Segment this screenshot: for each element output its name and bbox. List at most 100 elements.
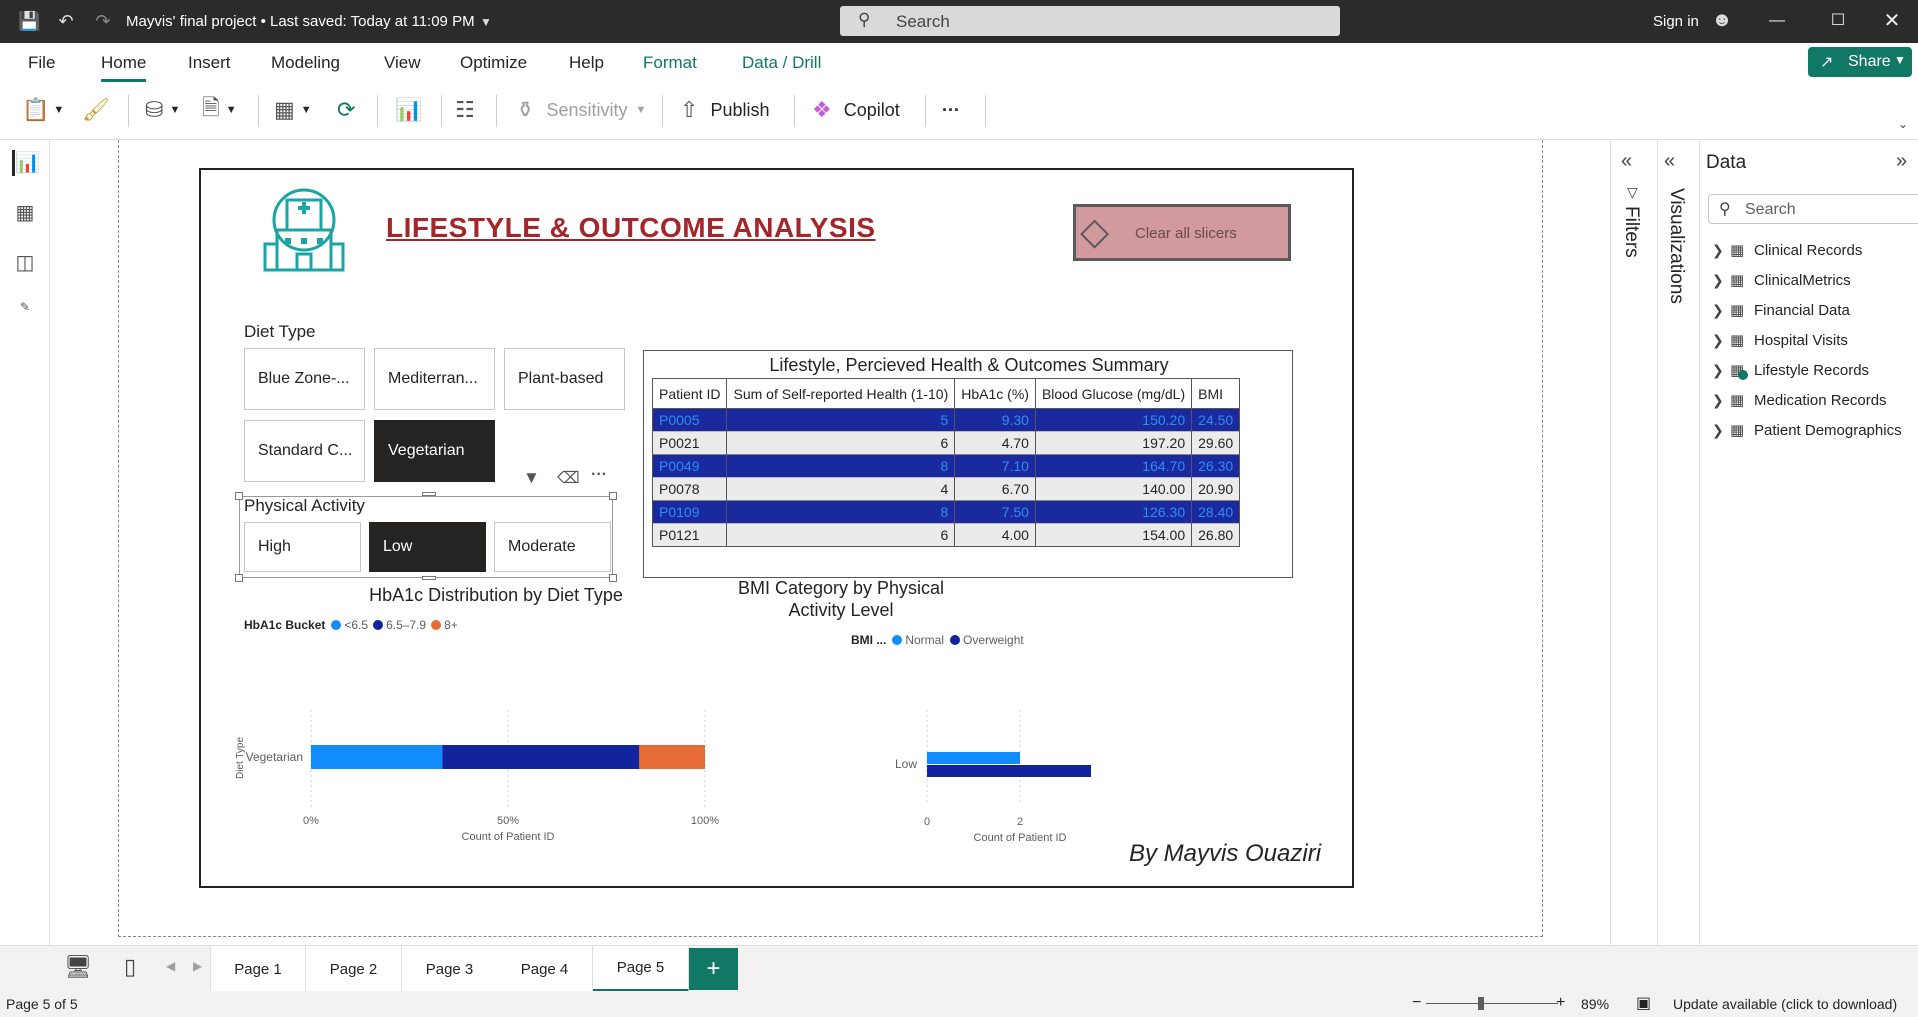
close-icon[interactable]: ✕ (1877, 8, 1907, 34)
more-options-button[interactable]: ··· (942, 94, 960, 126)
page-tab-3[interactable]: Page 3 (402, 946, 498, 992)
data-table-hospital-visits[interactable]: ❯ ▦ Hospital Visits (1712, 331, 1848, 350)
eraser-icon[interactable]: ⌫ (557, 468, 580, 488)
hba1c-bar-chart[interactable]: 0% 50% 100% VegetarianDiet Type Count of Pat… (231, 640, 751, 845)
resize-handle[interactable] (609, 574, 617, 582)
resize-handle[interactable] (422, 492, 436, 496)
desktop-layout-icon[interactable]: 🖥 (64, 954, 92, 980)
table-row[interactable]: P0121 6 4.00 154.00 26.80 (651, 523, 1241, 547)
zoom-out-icon[interactable]: − (1412, 994, 1421, 1012)
tab-optimize[interactable]: Optimize (460, 53, 527, 73)
visualizations-pane-tab[interactable]: Visualizations (1665, 188, 1687, 304)
new-visual-button[interactable]: 📊 (395, 94, 422, 126)
sensitivity-button[interactable]: ⚱ Sensitivity ▼ (516, 94, 646, 126)
collapse-ribbon-icon[interactable]: ⌄ (1898, 117, 1908, 131)
bar-segment[interactable] (639, 745, 705, 769)
data-table-clinical-metrics[interactable]: ❯ ▦ ClinicalMetrics (1712, 271, 1851, 290)
page-tab-5[interactable]: Page 5 (593, 946, 689, 992)
zoom-in-icon[interactable]: + (1556, 994, 1565, 1012)
filters-pane-tab[interactable]: Filters (1620, 206, 1642, 258)
legend-item[interactable]: Normal (905, 633, 944, 647)
tab-modeling[interactable]: Modeling (271, 53, 340, 73)
scroll-left-icon[interactable]: ◀ (166, 959, 175, 973)
account-icon[interactable]: ☻ (1711, 9, 1733, 31)
slicer-option-low[interactable]: Low (369, 522, 486, 572)
page-tab-2[interactable]: Page 2 (306, 946, 402, 992)
tab-help[interactable]: Help (569, 53, 604, 73)
new-measure-button[interactable]: ☷ (455, 94, 475, 126)
summary-table-visual[interactable]: Lifestyle, Percieved Health & Outcomes S… (643, 350, 1293, 578)
bar-segment[interactable] (442, 745, 640, 769)
recent-sources-button[interactable]: 🗎 ▼ (202, 94, 237, 126)
data-table-medication-records[interactable]: ❯ ▦ Medication Records (1712, 391, 1887, 410)
bar-segment[interactable] (311, 745, 443, 769)
paste-button[interactable]: 📋 ▼ (22, 94, 64, 126)
tab-insert[interactable]: Insert (188, 53, 231, 73)
refresh-button[interactable]: ⟳ (337, 94, 355, 126)
scroll-right-icon[interactable]: ▶ (193, 959, 202, 973)
slicer-option-standard[interactable]: Standard C... (244, 420, 365, 482)
slicer-option-moderate[interactable]: Moderate (494, 522, 611, 572)
bar[interactable] (927, 765, 1091, 777)
tab-format[interactable]: Format (643, 53, 697, 73)
slicer-option-high[interactable]: High (244, 522, 361, 572)
resize-handle[interactable] (235, 492, 243, 500)
table-row[interactable]: P0049 8 7.10 164.70 26.30 (651, 454, 1241, 478)
report-view-icon[interactable]: 📊 (12, 150, 40, 176)
tab-view[interactable]: View (384, 53, 421, 73)
publish-button[interactable]: ⇧ Publish (680, 94, 769, 126)
resize-handle[interactable] (609, 492, 617, 500)
table-header-cell[interactable]: Patient ID (651, 378, 728, 409)
minimize-icon[interactable]: — (1762, 8, 1792, 34)
transform-data-button[interactable]: ▦ ▼ (274, 94, 312, 126)
legend-item[interactable]: <6.5 (344, 618, 368, 632)
model-view-icon[interactable]: ◫ (12, 250, 38, 276)
legend-item[interactable]: 8+ (444, 618, 458, 632)
table-header-cell[interactable]: HbA1c (%) (954, 378, 1036, 409)
chevron-down-icon[interactable]: ▼ (475, 11, 497, 33)
data-search-input[interactable]: ⚲ Search (1708, 194, 1918, 224)
table-row[interactable]: P0109 8 7.50 126.30 28.40 (651, 500, 1241, 524)
resize-handle[interactable] (235, 574, 243, 582)
filter-icon[interactable]: ▼ (523, 468, 540, 488)
maximize-icon[interactable]: ☐ (1823, 8, 1853, 34)
data-table-financial-data[interactable]: ❯ ▦ Financial Data (1712, 301, 1850, 320)
copilot-button[interactable]: ❖ Copilot (812, 94, 900, 126)
table-header-cell[interactable]: Sum of Self-reported Health (1-10) (726, 378, 956, 409)
sign-in-link[interactable]: Sign in (1653, 13, 1699, 30)
slicer-option-blue-zone[interactable]: Blue Zone-... (244, 348, 365, 410)
share-button[interactable]: ↗ Share ▼ (1808, 47, 1912, 77)
data-table-lifestyle-records[interactable]: ❯ ▦ Lifestyle Records (1712, 361, 1869, 380)
expand-visualizations-icon[interactable]: « (1664, 150, 1675, 173)
dax-query-icon[interactable]: ✎ (12, 300, 38, 326)
expand-filters-icon[interactable]: « (1621, 150, 1632, 173)
more-options-icon[interactable]: ··· (591, 466, 607, 484)
data-table-clinical-records[interactable]: ❯ ▦ Clinical Records (1712, 241, 1862, 260)
fit-to-page-icon[interactable]: ▣ (1636, 993, 1651, 1013)
add-page-button[interactable]: + (689, 948, 738, 990)
slicer-option-vegetarian[interactable]: Vegetarian (374, 420, 495, 482)
get-data-button[interactable]: ⛁ ▼ (145, 94, 180, 126)
clear-all-slicers-button[interactable]: ◇ Clear all slicers (1073, 204, 1291, 261)
redo-icon[interactable]: ↷ (92, 10, 114, 32)
format-painter-button[interactable]: 🖌 (82, 94, 110, 126)
table-header-cell[interactable]: BMI (1191, 378, 1241, 409)
undo-icon[interactable]: ↶ (55, 10, 77, 32)
update-available-link[interactable]: Update available (click to download) (1673, 996, 1897, 1012)
page-tab-1[interactable]: Page 1 (210, 946, 306, 992)
tab-data-drill[interactable]: Data / Drill (742, 53, 821, 73)
legend-item[interactable]: 6.5–7.9 (386, 618, 426, 632)
zoom-slider-track[interactable] (1426, 1003, 1558, 1004)
table-row[interactable]: P0005 5 9.30 150.20 24.50 (651, 408, 1241, 432)
table-row[interactable]: P0021 6 4.70 197.20 29.60 (651, 431, 1241, 455)
table-view-icon[interactable]: ▦ (12, 200, 38, 226)
tab-file[interactable]: File (28, 53, 55, 73)
collapse-data-pane-icon[interactable]: » (1896, 150, 1907, 173)
mobile-layout-icon[interactable]: ▯ (124, 954, 136, 980)
bar[interactable] (927, 752, 1020, 764)
save-icon[interactable]: 💾 (18, 10, 40, 32)
zoom-slider-thumb[interactable] (1478, 997, 1484, 1010)
table-row[interactable]: P0078 4 6.70 140.00 20.90 (651, 477, 1241, 501)
slicer-option-mediterranean[interactable]: Mediterran... (374, 348, 495, 410)
tab-home[interactable]: Home (101, 53, 147, 82)
